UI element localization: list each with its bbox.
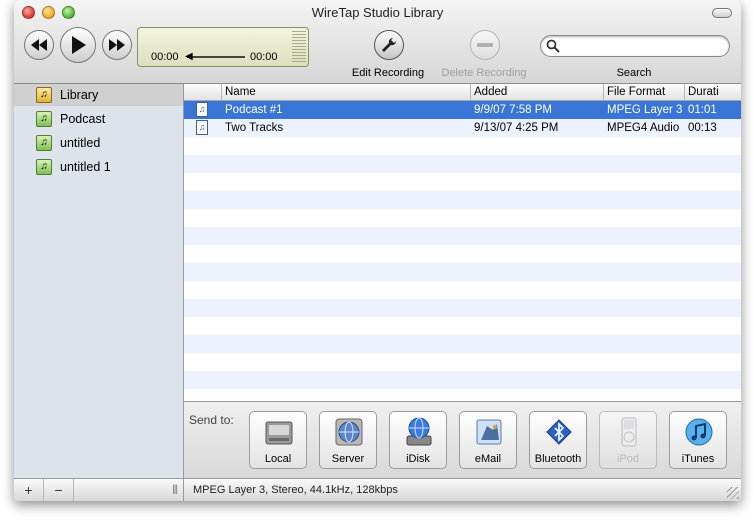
sidebar-item-untitled[interactable]: ♫ untitled (14, 132, 183, 154)
send-server-button[interactable]: Server (319, 411, 377, 469)
send-target-label: eMail (474, 453, 502, 465)
search-label: Search (616, 67, 652, 79)
rewind-button[interactable] (24, 30, 54, 60)
send-bluetooth-button[interactable]: Bluetooth (529, 411, 587, 469)
wrench-icon (382, 37, 397, 52)
remove-playlist-button[interactable]: − (44, 479, 74, 501)
play-icon (72, 36, 86, 54)
column-header-name[interactable]: Name (221, 84, 470, 100)
table-header: Name Added File Format Durati (184, 84, 741, 101)
send-target-label: Server (331, 453, 365, 465)
sidebar-item-library[interactable]: ♫ Library (14, 84, 183, 106)
window-resize-handle[interactable] (727, 487, 739, 499)
send-target-label: iDisk (406, 453, 430, 465)
cell-added: 9/13/07 4:25 PM (474, 122, 559, 134)
send-local-button[interactable]: Local (249, 411, 307, 469)
send-idisk-button[interactable]: iDisk (389, 411, 447, 469)
itunes-icon (685, 418, 713, 446)
column-header-duration[interactable]: Durati (684, 84, 741, 100)
sidebar-footer: + − ||| (14, 478, 184, 501)
playlist-icon: ♫ (36, 135, 52, 151)
audio-file-icon: ♫ (196, 120, 208, 135)
cell-name: Two Tracks (225, 122, 284, 134)
table-row[interactable]: ♫ Two Tracks 9/13/07 4:25 PM MPEG4 Audio… (184, 119, 741, 137)
minus-icon (477, 43, 493, 47)
send-target-label: iPod (616, 453, 640, 465)
server-icon (335, 418, 363, 446)
elapsed-time: 00:00 (151, 51, 179, 63)
send-to-bar: Send to: Local Server iDisk eMail Blueto… (184, 401, 741, 478)
sidebar-item-untitled-1[interactable]: ♫ untitled 1 (14, 156, 183, 178)
email-icon (476, 419, 502, 445)
send-email-button[interactable]: eMail (459, 411, 517, 469)
toolbar: WireTap Studio Library 00:00 ◀ 00:00 Edi… (14, 0, 741, 84)
playlist-icon: ♫ (36, 111, 52, 127)
sidebar-item-podcast[interactable]: ♫ Podcast (14, 108, 183, 130)
sidebar-item-label: untitled (60, 136, 101, 150)
audio-file-icon: ♫ (196, 102, 208, 117)
library-window: WireTap Studio Library 00:00 ◀ 00:00 Edi… (14, 0, 741, 501)
level-meter (292, 31, 306, 63)
send-ipod-button[interactable]: iPod (599, 411, 657, 469)
sidebar-item-label: Podcast (60, 112, 106, 126)
sidebar-resize-grip[interactable]: ||| (172, 484, 178, 495)
sidebar-item-label: untitled 1 (60, 160, 111, 174)
cell-format: MPEG4 Audio (607, 122, 680, 134)
send-target-label: Local (264, 453, 292, 465)
toolbar-toggle-button[interactable] (712, 8, 732, 18)
send-itunes-button[interactable]: iTunes (669, 411, 727, 469)
table-row[interactable]: ♫ Podcast #1 9/9/07 7:58 PM MPEG Layer 3… (184, 101, 741, 119)
send-to-label: Send to: (189, 413, 234, 427)
column-header-added[interactable]: Added (470, 84, 603, 100)
edit-recording-button[interactable] (374, 30, 404, 60)
cell-name: Podcast #1 (225, 104, 283, 116)
progress-thumb-icon[interactable]: ◀ (185, 52, 193, 62)
recordings-table: Name Added File Format Durati ♫ Podcast … (184, 84, 741, 401)
add-playlist-button[interactable]: + (14, 479, 44, 501)
status-text: MPEG Layer 3, Stereo, 44.1kHz, 128kbps (193, 484, 398, 496)
sidebar: ♫ Library ♫ Podcast ♫ untitled ♫ untitle… (14, 84, 184, 478)
progress-track[interactable] (187, 56, 245, 58)
library-icon: ♫ (36, 87, 52, 103)
delete-recording-label: Delete Recording (441, 67, 527, 79)
ipod-icon (621, 417, 637, 447)
send-target-label: iTunes (681, 453, 715, 465)
cell-duration: 00:13 (688, 122, 717, 134)
hard-drive-icon (265, 421, 293, 445)
fast-forward-icon (109, 39, 125, 51)
playlist-icon: ♫ (36, 159, 52, 175)
search-field[interactable] (540, 35, 730, 57)
bluetooth-icon (546, 419, 572, 445)
remaining-time: 00:00 (250, 51, 278, 63)
search-icon (546, 39, 560, 53)
table-body: ♫ Podcast #1 9/9/07 7:58 PM MPEG Layer 3… (184, 101, 741, 401)
cell-format: MPEG Layer 3 (607, 104, 683, 116)
cell-added: 9/9/07 7:58 PM (474, 104, 552, 116)
column-header-format[interactable]: File Format (603, 84, 684, 100)
search-input[interactable] (561, 38, 721, 54)
playback-display: 00:00 ◀ 00:00 (137, 27, 309, 67)
idisk-icon (406, 417, 432, 446)
sidebar-item-label: Library (60, 88, 99, 102)
column-header-icon[interactable] (184, 84, 221, 100)
cell-duration: 01:01 (688, 104, 717, 116)
edit-recording-label: Edit Recording (351, 67, 425, 79)
status-bar: MPEG Layer 3, Stereo, 44.1kHz, 128kbps (184, 478, 741, 501)
fast-forward-button[interactable] (102, 30, 132, 60)
play-button[interactable] (60, 27, 96, 63)
window-title: WireTap Studio Library (311, 5, 444, 20)
delete-recording-button[interactable] (470, 30, 500, 60)
send-target-label: Bluetooth (534, 453, 582, 465)
rewind-icon (31, 39, 47, 51)
